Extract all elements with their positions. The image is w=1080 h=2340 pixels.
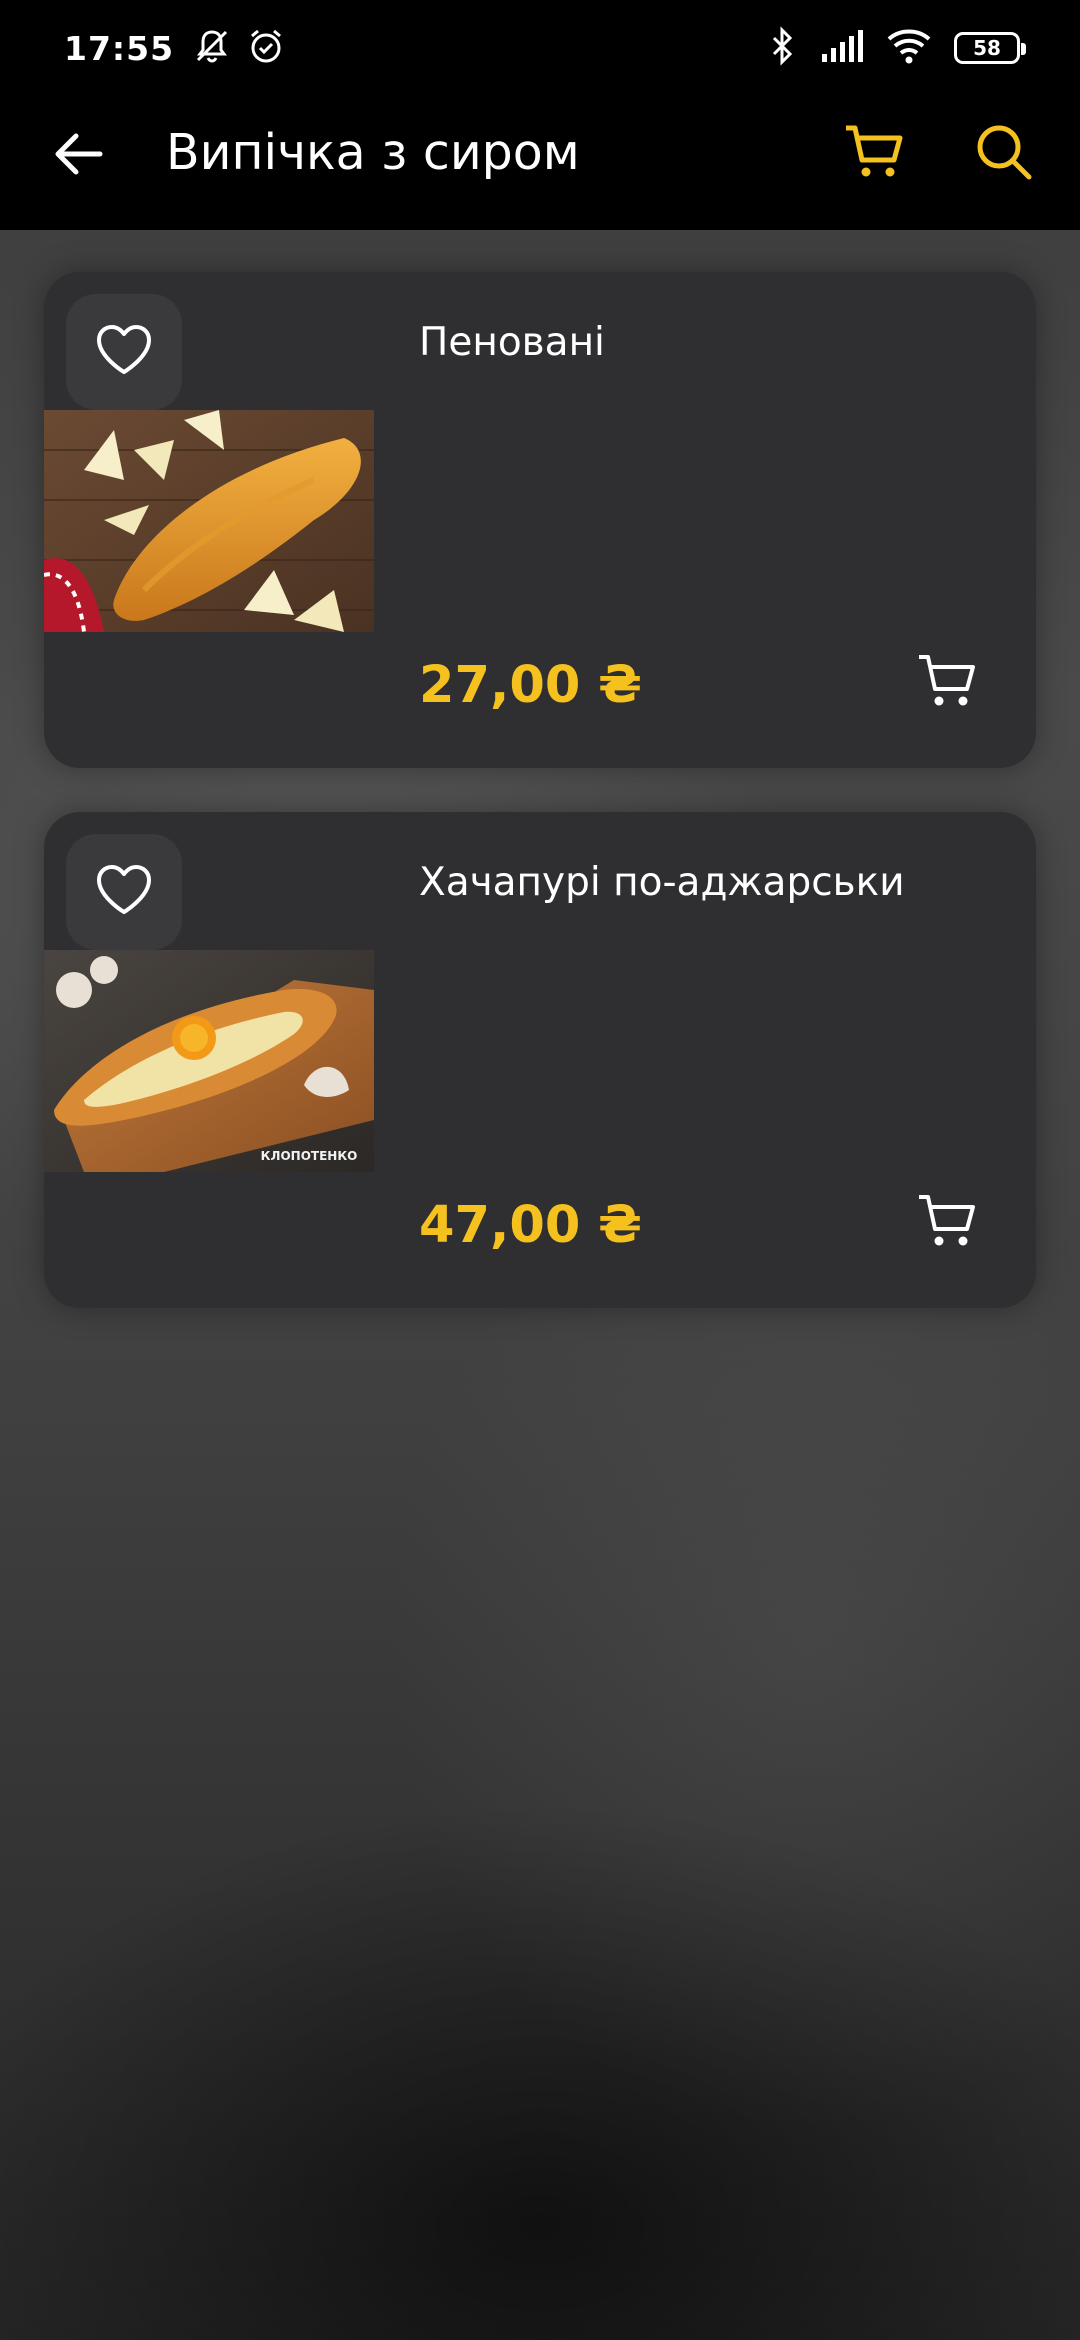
signal-icon: [820, 28, 864, 68]
page-title: Випічка з сиром: [166, 124, 580, 181]
cart-icon: [917, 653, 977, 713]
product-price: 47,00 ₴: [419, 1196, 642, 1255]
search-icon: [975, 123, 1033, 185]
product-image[interactable]: КЛОПОТЕНКО: [44, 950, 374, 1172]
add-to-cart-button[interactable]: [914, 1190, 980, 1256]
mute-icon: [192, 26, 232, 70]
favorite-button[interactable]: [66, 834, 182, 950]
back-button[interactable]: [48, 126, 108, 186]
product-name: Пеновані: [419, 320, 605, 365]
favorite-button[interactable]: [66, 294, 182, 410]
cart-icon: [844, 124, 904, 184]
status-bar: 17:55 58: [0, 0, 1080, 96]
wifi-icon: [886, 27, 932, 69]
status-time: 17:55: [64, 28, 175, 68]
search-button[interactable]: [970, 120, 1038, 188]
cart-icon: [917, 1193, 977, 1253]
product-price: 27,00 ₴: [419, 656, 642, 715]
image-watermark: КЛОПОТЕНКО: [261, 1149, 358, 1163]
cart-button[interactable]: [840, 120, 908, 188]
alarm-icon: [246, 26, 286, 70]
heart-icon: [95, 864, 153, 920]
heart-icon: [95, 324, 153, 380]
app-bar: Випічка з сиром: [0, 96, 1080, 230]
product-name: Хачапурі по-аджарськи: [419, 860, 905, 905]
product-card[interactable]: Пеновані 27,00 ₴: [44, 272, 1036, 768]
product-image[interactable]: [44, 410, 374, 632]
bluetooth-icon: [768, 26, 798, 70]
product-card[interactable]: КЛОПОТЕНКО Хачапурі по-аджарськи 47,00 ₴: [44, 812, 1036, 1308]
add-to-cart-button[interactable]: [914, 650, 980, 716]
back-arrow-icon: [52, 132, 104, 180]
battery-icon: 58: [954, 32, 1026, 64]
